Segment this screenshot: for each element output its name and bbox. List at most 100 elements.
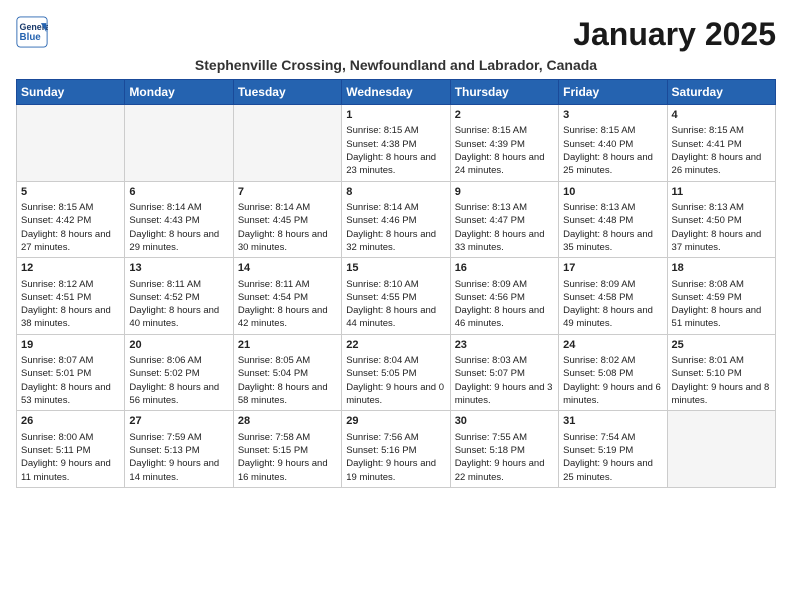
sunset-label: Sunset: <box>455 215 487 226</box>
day-info: Sunrise: 8:14 AMSunset: 4:45 PMDaylight:… <box>238 201 337 254</box>
sunset-label: Sunset: <box>563 292 595 303</box>
sunset-label: Sunset: <box>346 445 378 456</box>
calendar-cell: 14Sunrise: 8:11 AMSunset: 4:54 PMDayligh… <box>233 258 341 335</box>
daylight-label: Daylight: <box>129 305 166 316</box>
day-number: 9 <box>455 185 554 200</box>
day-info: Sunrise: 7:55 AMSunset: 5:18 PMDaylight:… <box>455 431 554 484</box>
day-info: Sunrise: 8:03 AMSunset: 5:07 PMDaylight:… <box>455 354 554 407</box>
day-info: Sunrise: 8:13 AMSunset: 4:47 PMDaylight:… <box>455 201 554 254</box>
calendar-cell: 24Sunrise: 8:02 AMSunset: 5:08 PMDayligh… <box>559 334 667 411</box>
day-info: Sunrise: 7:58 AMSunset: 5:15 PMDaylight:… <box>238 431 337 484</box>
day-number: 13 <box>129 261 228 276</box>
sunset-label: Sunset: <box>238 445 270 456</box>
day-number: 28 <box>238 414 337 429</box>
daylight-label: Daylight: <box>455 305 492 316</box>
sunset-label: Sunset: <box>672 139 704 150</box>
month-title: January 2025 <box>573 16 776 53</box>
sunrise-label: Sunrise: <box>563 432 598 443</box>
calendar-cell <box>17 105 125 182</box>
sunrise-label: Sunrise: <box>455 125 490 136</box>
calendar-cell: 18Sunrise: 8:08 AMSunset: 4:59 PMDayligh… <box>667 258 775 335</box>
sunset-label: Sunset: <box>346 139 378 150</box>
sunrise-label: Sunrise: <box>672 125 707 136</box>
sunset-label: Sunset: <box>346 292 378 303</box>
calendar-cell: 8Sunrise: 8:14 AMSunset: 4:46 PMDaylight… <box>342 181 450 258</box>
day-info: Sunrise: 7:56 AMSunset: 5:16 PMDaylight:… <box>346 431 445 484</box>
calendar-cell: 29Sunrise: 7:56 AMSunset: 5:16 PMDayligh… <box>342 411 450 488</box>
day-number: 3 <box>563 108 662 123</box>
sunrise-label: Sunrise: <box>455 202 490 213</box>
calendar-cell: 6Sunrise: 8:14 AMSunset: 4:43 PMDaylight… <box>125 181 233 258</box>
day-info: Sunrise: 8:11 AMSunset: 4:52 PMDaylight:… <box>129 278 228 331</box>
calendar-cell: 23Sunrise: 8:03 AMSunset: 5:07 PMDayligh… <box>450 334 558 411</box>
sunrise-label: Sunrise: <box>672 202 707 213</box>
sunset-label: Sunset: <box>455 445 487 456</box>
day-info: Sunrise: 8:06 AMSunset: 5:02 PMDaylight:… <box>129 354 228 407</box>
daylight-label: Daylight: <box>563 458 600 469</box>
day-number: 10 <box>563 185 662 200</box>
calendar-cell: 5Sunrise: 8:15 AMSunset: 4:42 PMDaylight… <box>17 181 125 258</box>
day-info: Sunrise: 8:15 AMSunset: 4:39 PMDaylight:… <box>455 124 554 177</box>
day-number: 23 <box>455 338 554 353</box>
subtitle: Stephenville Crossing, Newfoundland and … <box>16 57 776 73</box>
day-number: 5 <box>21 185 120 200</box>
sunrise-label: Sunrise: <box>563 125 598 136</box>
weekday-header-wednesday: Wednesday <box>342 80 450 105</box>
daylight-label: Daylight: <box>563 229 600 240</box>
sunrise-label: Sunrise: <box>21 432 56 443</box>
day-number: 11 <box>672 185 771 200</box>
day-number: 14 <box>238 261 337 276</box>
sunrise-label: Sunrise: <box>238 202 273 213</box>
sunset-label: Sunset: <box>455 139 487 150</box>
sunset-label: Sunset: <box>238 215 270 226</box>
daylight-label: Daylight: <box>238 458 275 469</box>
daylight-label: Daylight: <box>455 458 492 469</box>
calendar-cell: 10Sunrise: 8:13 AMSunset: 4:48 PMDayligh… <box>559 181 667 258</box>
day-number: 21 <box>238 338 337 353</box>
calendar-cell: 12Sunrise: 8:12 AMSunset: 4:51 PMDayligh… <box>17 258 125 335</box>
calendar-cell: 20Sunrise: 8:06 AMSunset: 5:02 PMDayligh… <box>125 334 233 411</box>
calendar-cell: 28 Sunrise: 7:58 AMSunset: 5:15 PMDayligh… <box>233 411 341 488</box>
weekday-header-sunday: Sunday <box>17 80 125 105</box>
sunrise-label: Sunrise: <box>672 355 707 366</box>
day-info: Sunrise: 8:09 AMSunset: 4:58 PMDaylight:… <box>563 278 662 331</box>
daylight-label: Daylight: <box>672 305 709 316</box>
daylight-label: Daylight: <box>346 458 383 469</box>
day-info: Sunrise: 8:04 AMSunset: 5:05 PMDaylight:… <box>346 354 445 407</box>
calendar-cell: 21Sunrise: 8:05 AMSunset: 5:04 PMDayligh… <box>233 334 341 411</box>
sunset-label: Sunset: <box>129 292 161 303</box>
calendar-cell: 1Sunrise: 8:15 AMSunset: 4:38 PMDaylight… <box>342 105 450 182</box>
daylight-label: Daylight: <box>346 229 383 240</box>
calendar-cell <box>125 105 233 182</box>
header-row: General Blue January 2025 <box>16 16 776 53</box>
calendar-cell: 7Sunrise: 8:14 AMSunset: 4:45 PMDaylight… <box>233 181 341 258</box>
sunset-label: Sunset: <box>238 368 270 379</box>
daylight-label: Daylight: <box>21 382 58 393</box>
sunrise-label: Sunrise: <box>346 202 381 213</box>
sunrise-label: Sunrise: <box>129 355 164 366</box>
calendar-cell <box>667 411 775 488</box>
svg-text:Blue: Blue <box>20 32 42 43</box>
day-number: 19 <box>21 338 120 353</box>
sunrise-label: Sunrise: <box>563 355 598 366</box>
day-number: 1 <box>346 108 445 123</box>
calendar-cell: 4Sunrise: 8:15 AMSunset: 4:41 PMDaylight… <box>667 105 775 182</box>
day-info: Sunrise: 8:14 AMSunset: 4:46 PMDaylight:… <box>346 201 445 254</box>
day-number: 16 <box>455 261 554 276</box>
day-number: 24 <box>563 338 662 353</box>
day-number: 12 <box>21 261 120 276</box>
day-info: Sunrise: 8:15 AMSunset: 4:40 PMDaylight:… <box>563 124 662 177</box>
page-container: General Blue January 2025 Stephenville C… <box>0 0 792 496</box>
weekday-header-tuesday: Tuesday <box>233 80 341 105</box>
calendar-cell: 9Sunrise: 8:13 AMSunset: 4:47 PMDaylight… <box>450 181 558 258</box>
day-info: Sunrise: 7:54 AMSunset: 5:19 PMDaylight:… <box>563 431 662 484</box>
sunrise-label: Sunrise: <box>238 355 273 366</box>
sunset-label: Sunset: <box>563 368 595 379</box>
day-number: 18 <box>672 261 771 276</box>
sunset-label: Sunset: <box>672 292 704 303</box>
day-info: Sunrise: 8:02 AMSunset: 5:08 PMDaylight:… <box>563 354 662 407</box>
daylight-label: Daylight: <box>346 152 383 163</box>
sunrise-label: Sunrise: <box>129 432 164 443</box>
calendar-cell: 26Sunrise: 8:00 AMSunset: 5:11 PMDayligh… <box>17 411 125 488</box>
day-number: 2 <box>455 108 554 123</box>
